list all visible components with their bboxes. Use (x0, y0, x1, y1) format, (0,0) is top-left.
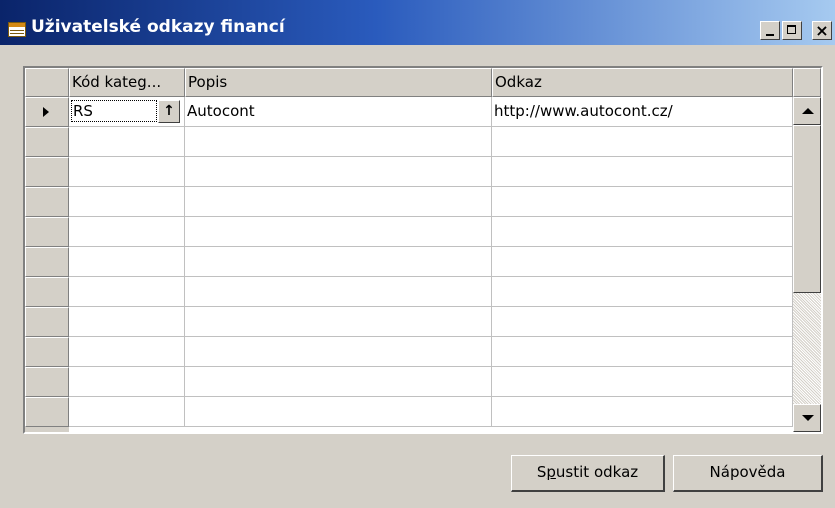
table-icon[interactable] (8, 22, 26, 37)
table-row[interactable] (69, 187, 793, 217)
description-cell[interactable] (185, 187, 492, 217)
window: Uživatelské odkazy financí × Kód kateg..… (0, 0, 835, 508)
link-cell[interactable] (492, 187, 793, 217)
row-header[interactable] (25, 307, 69, 337)
table-row[interactable] (69, 337, 793, 367)
code-cell[interactable]: RS ↑ (69, 97, 185, 127)
column-header-link[interactable]: Odkaz (492, 68, 793, 97)
run-link-button[interactable]: Spustit odkaz (511, 455, 665, 492)
row-header[interactable] (25, 247, 69, 277)
link-cell[interactable] (492, 277, 793, 307)
row-header[interactable] (25, 397, 69, 427)
link-cell[interactable]: http://www.autocont.cz/ (492, 97, 793, 127)
code-cell[interactable] (69, 247, 185, 277)
lookup-arrow-icon: ↑ (163, 103, 175, 119)
link-cell[interactable] (492, 217, 793, 247)
link-cell[interactable] (492, 397, 793, 427)
row-header[interactable] (25, 217, 69, 247)
vertical-scrollbar[interactable] (793, 97, 821, 432)
description-cell[interactable] (185, 367, 492, 397)
table-body: RS ↑ Autocont http://www.autocont.cz/ (69, 97, 793, 432)
column-header-description[interactable]: Popis (185, 68, 492, 97)
link-cell[interactable] (492, 337, 793, 367)
code-cell[interactable] (69, 337, 185, 367)
code-cell[interactable] (69, 217, 185, 247)
table-row[interactable] (69, 247, 793, 277)
title-bar[interactable]: Uživatelské odkazy financí × (0, 0, 835, 45)
maximize-button[interactable] (782, 21, 802, 40)
table-row[interactable] (69, 277, 793, 307)
row-header[interactable] (25, 157, 69, 187)
link-cell[interactable] (492, 307, 793, 337)
description-cell[interactable]: Autocont (185, 97, 492, 127)
description-cell[interactable] (185, 157, 492, 187)
row-header[interactable] (25, 367, 69, 397)
scroll-up-button[interactable] (793, 97, 821, 125)
code-cell[interactable] (69, 127, 185, 157)
description-cell[interactable] (185, 127, 492, 157)
description-cell[interactable] (185, 247, 492, 277)
row-header[interactable] (25, 337, 69, 367)
description-cell[interactable] (185, 277, 492, 307)
window-title: Uživatelské odkazy financí (31, 17, 285, 37)
table-row[interactable]: RS ↑ Autocont http://www.autocont.cz/ (69, 97, 793, 127)
scrollbar-corner (793, 68, 821, 97)
row-header[interactable] (25, 277, 69, 307)
table-corner-header (25, 68, 69, 97)
close-icon: × (815, 21, 829, 40)
minimize-button[interactable] (760, 21, 780, 40)
description-cell[interactable] (185, 217, 492, 247)
row-header[interactable] (25, 127, 69, 157)
table-row[interactable] (69, 217, 793, 247)
scrollbar-thumb[interactable] (793, 125, 821, 293)
run-link-label-post: ustit odkaz (555, 463, 639, 481)
run-link-label-accel: p (546, 463, 556, 481)
row-header[interactable] (25, 187, 69, 217)
help-button[interactable]: Nápověda (673, 455, 823, 492)
close-button[interactable]: × (812, 21, 832, 40)
table-row[interactable] (69, 367, 793, 397)
links-table: Kód kateg... Popis Odkaz RS ↑ Autocont h… (23, 66, 823, 434)
code-cell[interactable] (69, 367, 185, 397)
link-cell[interactable] (492, 367, 793, 397)
description-cell[interactable] (185, 337, 492, 367)
code-cell[interactable] (69, 397, 185, 427)
link-cell[interactable] (492, 157, 793, 187)
table-row[interactable] (69, 127, 793, 157)
code-cell[interactable] (69, 157, 185, 187)
column-header-code[interactable]: Kód kateg... (69, 68, 185, 97)
code-cell[interactable] (69, 187, 185, 217)
link-cell[interactable] (492, 127, 793, 157)
row-header-1[interactable] (25, 97, 69, 127)
row-headers (25, 68, 69, 432)
lookup-button[interactable]: ↑ (158, 100, 180, 123)
code-input[interactable]: RS (71, 100, 157, 122)
description-cell[interactable] (185, 397, 492, 427)
description-cell[interactable] (185, 307, 492, 337)
table-row[interactable] (69, 157, 793, 187)
link-cell[interactable] (492, 247, 793, 277)
table-row[interactable] (69, 397, 793, 427)
scroll-down-button[interactable] (793, 404, 821, 432)
run-link-label-pre: S (536, 463, 547, 481)
code-cell[interactable] (69, 277, 185, 307)
table-row[interactable] (69, 307, 793, 337)
code-cell[interactable] (69, 307, 185, 337)
